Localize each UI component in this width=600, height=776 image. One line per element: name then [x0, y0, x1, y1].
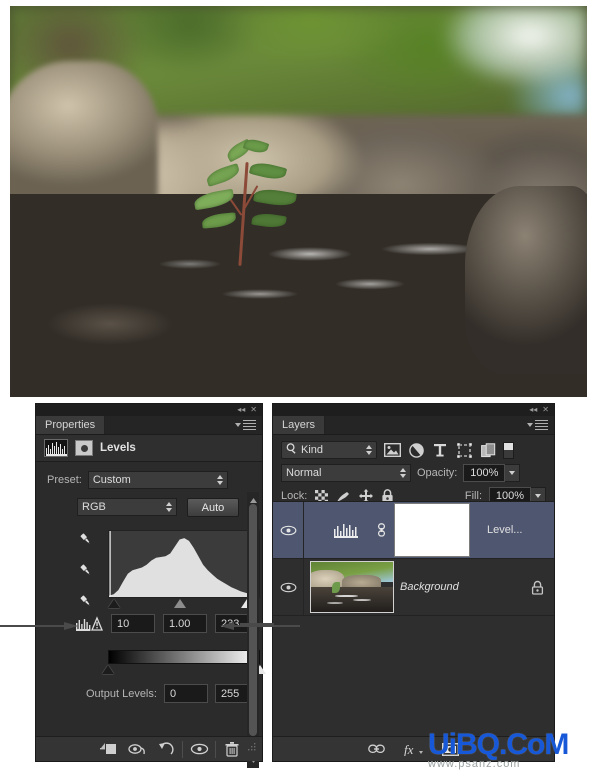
table-row[interactable]: Background	[273, 559, 554, 616]
toolbar-divider	[182, 740, 183, 758]
gamma-slider-handle[interactable]	[174, 599, 187, 608]
table-row[interactable]: Level...	[273, 502, 554, 559]
levels-histogram[interactable]	[108, 530, 260, 598]
filter-pixel-layers-icon[interactable]	[383, 442, 401, 459]
add-layer-mask-icon[interactable]	[438, 739, 464, 760]
levels-icon	[44, 439, 68, 457]
output-levels-gradient	[108, 650, 260, 664]
input-levels-slider[interactable]	[107, 598, 260, 611]
tab-properties[interactable]: Properties	[36, 416, 106, 434]
background-photo-thumbnail[interactable]	[309, 561, 394, 613]
output-levels-slider[interactable]	[102, 664, 266, 676]
scrollbar-thumb[interactable]	[249, 504, 257, 736]
blend-mode-value: Normal	[286, 467, 322, 479]
chevron-updown-icon	[166, 502, 172, 512]
output-levels-fields: Output Levels: 0 255	[86, 684, 259, 703]
preset-value: Custom	[92, 474, 131, 486]
opacity-field[interactable]: 100%	[463, 464, 506, 482]
eyedropper-tool-group	[78, 532, 95, 614]
histogram-plot	[109, 531, 259, 597]
photo-rock-right	[465, 185, 587, 374]
properties-scrollbar[interactable]	[247, 492, 259, 768]
layers-footer-toolbar: fx	[273, 736, 554, 761]
photo-seedling	[180, 136, 320, 268]
blend-mode-dropdown[interactable]: Normal	[281, 464, 411, 482]
white-layer-mask-thumbnail[interactable]	[394, 503, 470, 557]
layer-filter-kind-dropdown[interactable]: Kind	[281, 441, 377, 459]
toggle-layer-visibility-icon[interactable]	[186, 739, 212, 760]
layers-panel: ◂◂ ✕ Layers Kind Normal Opacity: 100% Lo…	[272, 403, 555, 762]
channel-value: RGB	[82, 501, 106, 513]
layer-filter-kind-value: Kind	[301, 444, 324, 456]
layer-name[interactable]: Background	[394, 581, 520, 593]
search-icon	[286, 443, 297, 457]
close-icon[interactable]: ✕	[250, 406, 257, 414]
collapse-icon[interactable]: ◂◂	[529, 406, 537, 414]
output-levels-label: Output Levels:	[86, 687, 157, 700]
opacity-stepper-icon[interactable]	[505, 464, 521, 482]
properties-panel-body: Preset: Custom RGB Auto 10 1.00 233 Outp…	[36, 462, 266, 768]
properties-adjustment-header: Levels	[36, 435, 262, 462]
properties-tab-filler	[105, 416, 262, 434]
opacity-label: Opacity:	[417, 467, 458, 479]
filter-smart-object-icon[interactable]	[479, 442, 497, 459]
levels-adjustment-thumbnail[interactable]	[325, 515, 367, 545]
layer-visibility-toggle[interactable]	[273, 582, 303, 593]
chevron-updown-icon	[400, 468, 406, 478]
panel-resize-handle[interactable]	[248, 743, 258, 755]
chevron-updown-icon	[216, 475, 223, 485]
mask-link-icon[interactable]	[376, 523, 386, 537]
reset-adjustment-icon[interactable]	[153, 739, 179, 760]
auto-button[interactable]: Auto	[187, 498, 239, 517]
output-black-slider-handle[interactable]	[102, 665, 114, 674]
panel-menu-icon[interactable]	[235, 418, 256, 432]
properties-footer-toolbar	[36, 736, 262, 761]
page-title: Levels	[100, 442, 136, 454]
clip-to-layer-icon[interactable]	[95, 739, 121, 760]
black-point-slider-handle[interactable]	[107, 599, 120, 608]
add-layer-style-icon[interactable]: fx	[401, 739, 427, 760]
layer-mask-icon[interactable]	[75, 440, 93, 456]
properties-panel-titlebar: ◂◂ ✕	[36, 404, 262, 416]
tab-layers[interactable]: Layers	[273, 416, 326, 434]
filter-enable-toggle[interactable]	[503, 441, 514, 459]
set-black-point-eyedropper[interactable]	[78, 532, 95, 552]
lock-icon[interactable]	[520, 580, 554, 595]
svg-text:fx: fx	[404, 742, 414, 756]
filter-type-layers-icon[interactable]	[431, 442, 449, 459]
arrow-to-background-layer	[0, 622, 274, 625]
layer-filter-row: Kind	[273, 435, 554, 459]
layers-tab-filler	[325, 416, 554, 434]
layers-panel-titlebar: ◂◂ ✕	[273, 404, 554, 416]
channel-row: RGB Auto	[36, 498, 262, 517]
layer-name[interactable]: Level...	[469, 524, 554, 536]
document-canvas-photo	[10, 6, 587, 397]
row-divider	[303, 502, 304, 558]
link-layers-icon[interactable]	[364, 739, 390, 760]
layers-list: Level... Background	[273, 501, 554, 737]
blend-mode-row: Normal Opacity: 100%	[273, 459, 554, 482]
preset-label: Preset:	[47, 474, 82, 486]
chevron-updown-icon	[366, 445, 372, 455]
layers-tab-row: Layers	[273, 416, 554, 435]
delete-adjustment-icon[interactable]	[219, 739, 245, 760]
preset-row: Preset: Custom	[36, 471, 262, 489]
properties-tab-row: Properties	[36, 416, 262, 435]
set-white-point-eyedropper[interactable]	[78, 594, 95, 614]
view-previous-state-icon[interactable]	[124, 739, 150, 760]
preset-dropdown[interactable]: Custom	[87, 471, 228, 489]
panel-menu-icon[interactable]	[527, 418, 548, 432]
row-divider	[303, 559, 304, 615]
toolbar-divider	[215, 740, 216, 758]
layer-visibility-toggle[interactable]	[273, 525, 303, 536]
properties-panel: ◂◂ ✕ Properties Levels Preset: Custom RG…	[35, 403, 266, 768]
collapse-icon[interactable]: ◂◂	[237, 406, 245, 414]
set-gray-point-eyedropper[interactable]	[78, 563, 95, 583]
filter-shape-layers-icon[interactable]	[455, 442, 473, 459]
output-black-field[interactable]: 0	[163, 684, 208, 703]
channel-dropdown[interactable]: RGB	[77, 498, 177, 516]
filter-adjustment-layers-icon[interactable]	[407, 442, 425, 459]
close-icon[interactable]: ✕	[542, 406, 549, 414]
